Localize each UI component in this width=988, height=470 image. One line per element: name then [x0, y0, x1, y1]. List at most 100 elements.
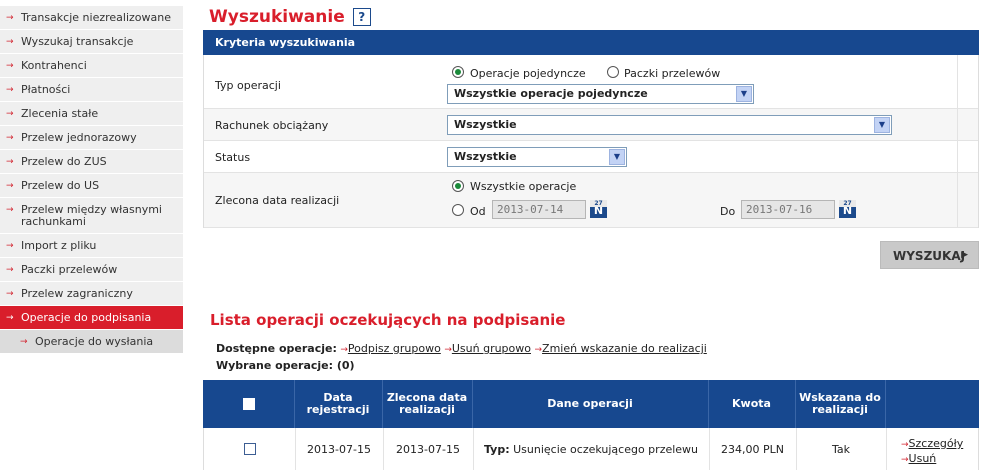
radio-wszystkie-operacje[interactable] — [452, 180, 464, 192]
sidebar-item-operacje-do-wyslania[interactable]: → Operacje do wysłania — [0, 330, 183, 354]
rachunek-select[interactable]: Wszystkie ▼ — [447, 115, 892, 135]
cell-data-rejestracji: 2013-07-15 — [307, 442, 371, 456]
row-select-cell — [204, 428, 295, 470]
select-all-checkbox[interactable] — [242, 398, 255, 410]
rachunek-select-value: Wszystkie — [454, 118, 517, 131]
col-data-rejestracji[interactable]: Data rejestracji — [294, 380, 382, 428]
radio-wszystkie-operacje-label: Wszystkie operacje — [470, 180, 577, 193]
sidebar-item-przelew-zus[interactable]: → Przelew do ZUS — [0, 150, 183, 174]
arrow-right-icon: → — [6, 241, 14, 251]
typ-operacji-select[interactable]: Wszystkie operacje pojedyncze ▼ — [447, 84, 754, 104]
arrow-right-icon: → — [6, 61, 14, 71]
col-zlecona-data[interactable]: Zlecona data realizacji — [382, 380, 472, 428]
sidebar-item-paczki-przelewow[interactable]: → Paczki przelewów — [0, 258, 183, 282]
triangle-right-icon: ▶ — [961, 250, 968, 260]
arrow-right-icon: → — [6, 313, 14, 323]
criteria-row-typ: Typ operacji Operacje pojedyncze Paczki … — [204, 55, 978, 109]
sidebar-item-label: Transakcje niezrealizowane — [21, 11, 171, 24]
arrow-right-icon: → — [6, 181, 14, 191]
divider — [473, 428, 474, 470]
radio-paczki-przelewow-label: Paczki przelewów — [624, 67, 721, 80]
divider — [886, 428, 887, 470]
criteria-row-rachunek: Rachunek obciążany Wszystkie ▼ — [204, 109, 978, 141]
date-to-input[interactable]: 2013-07-16 — [741, 200, 835, 219]
radio-operacje-pojedyncze[interactable] — [452, 66, 464, 78]
divider — [957, 173, 958, 227]
help-icon[interactable]: ? — [352, 8, 371, 26]
col-wskazana: Wskazana do realizacji — [799, 391, 881, 416]
arrow-right-icon: → — [534, 345, 543, 355]
radio-zakres-dat[interactable] — [452, 204, 464, 216]
sidebar-item-label: Przelew między własnymi rachunkami — [21, 203, 162, 228]
available-operations: Dostępne operacje: →Podpisz grupowo →Usu… — [216, 342, 707, 355]
delete-link[interactable]: Usuń — [909, 452, 937, 465]
arrow-right-icon: → — [6, 109, 14, 119]
details-link[interactable]: Szczegóły — [909, 437, 964, 450]
sidebar-item-label: Import z pliku — [21, 239, 97, 252]
sidebar-item-label: Przelew jednorazowy — [21, 131, 137, 144]
sidebar-item-przelew-wlasne[interactable]: → Przelew między własnymi rachunkami — [0, 198, 183, 234]
arrow-right-icon: → — [6, 85, 14, 95]
sidebar-item-label: Przelew zagraniczny — [21, 287, 133, 300]
calendar-icon[interactable]: N — [590, 200, 607, 218]
arrow-right-icon: → — [901, 440, 909, 450]
sign-group-link[interactable]: Podpisz grupowo — [348, 342, 441, 355]
divider — [709, 428, 710, 470]
page-title-text: Wyszukiwanie — [209, 7, 345, 27]
data-realizacji-label: Zlecona data realizacji — [215, 194, 340, 207]
col-kwota[interactable]: Kwota — [708, 380, 795, 428]
radio-paczki-przelewow[interactable] — [607, 66, 619, 78]
arrow-right-icon: → — [6, 289, 14, 299]
criteria-row-status: Status Wszystkie ▼ — [204, 141, 978, 173]
criteria-panel: Typ operacji Operacje pojedyncze Paczki … — [203, 55, 979, 228]
row-checkbox[interactable] — [243, 443, 256, 455]
sidebar-item-przelew-jednorazowy[interactable]: → Przelew jednorazowy — [0, 126, 183, 150]
sidebar-item-przelew-zagraniczny[interactable]: → Przelew zagraniczny — [0, 282, 183, 306]
sidebar-item-platnosci[interactable]: → Płatności — [0, 78, 183, 102]
change-indication-link[interactable]: Zmień wskazanie do realizacji — [542, 342, 707, 355]
sidebar-item-transakcje-niezrealizowane[interactable]: → Transakcje niezrealizowane — [0, 6, 183, 30]
available-operations-label: Dostępne operacje: — [216, 342, 337, 355]
arrow-right-icon: → — [444, 345, 452, 355]
date-from-input[interactable]: 2013-07-14 — [492, 200, 586, 219]
status-select[interactable]: Wszystkie ▼ — [447, 147, 627, 167]
sidebar-item-label: Przelew do ZUS — [21, 155, 107, 168]
divider — [383, 428, 384, 470]
divider — [472, 380, 473, 428]
table-row: 2013-07-15 2013-07-15 Typ: Usunięcie ocz… — [203, 428, 979, 470]
divider — [382, 380, 383, 428]
type-value: Usunięcie oczekującego przelewu — [513, 442, 699, 456]
cell-dane-operacji: Typ: Usunięcie oczekującego przelewu — [473, 428, 709, 470]
delete-group-link[interactable]: Usuń grupowo — [452, 342, 531, 355]
col-dane-operacji: Dane operacji — [547, 397, 633, 410]
cell-wskazana: Tak — [831, 442, 850, 456]
calendar-icon[interactable]: N — [839, 200, 856, 218]
sidebar-item-wyszukaj-transakcje[interactable]: → Wyszukaj transakcje — [0, 30, 183, 54]
sidebar-item-kontrahenci[interactable]: → Kontrahenci — [0, 54, 183, 78]
sidebar-item-label: Operacje do wysłania — [35, 335, 154, 348]
sidebar-item-operacje-do-podpisania[interactable]: → Operacje do podpisania — [0, 306, 183, 330]
sidebar-item-label: Zlecenia stałe — [21, 107, 99, 120]
arrow-right-icon: → — [20, 337, 28, 347]
sidebar-item-zlecenia-stale[interactable]: → Zlecenia stałe — [0, 102, 183, 126]
list-title: Lista operacji oczekujących na podpisani… — [210, 311, 566, 329]
divider — [796, 428, 797, 470]
sidebar-item-przelew-us[interactable]: → Przelew do US — [0, 174, 183, 198]
sidebar-item-label: Operacje do podpisania — [21, 311, 152, 324]
sidebar-item-import-z-pliku[interactable]: → Import z pliku — [0, 234, 183, 258]
sidebar-item-label: Wyszukaj transakcje — [21, 35, 134, 48]
sidebar-item-label: Przelew do US — [21, 179, 100, 192]
cell-zlecona-data: 2013-07-15 — [396, 442, 460, 456]
selected-count: Wybrane operacje: (0) — [216, 359, 355, 372]
main-content: Wyszukiwanie ? Kryteria wyszukiwania Typ… — [203, 0, 983, 470]
do-label: Do — [720, 205, 736, 218]
divider — [294, 380, 295, 428]
select-all-cell — [203, 380, 294, 428]
divider — [795, 380, 796, 428]
chevron-down-icon: ▼ — [736, 86, 752, 102]
search-button[interactable]: WYSZUKAJ ▶ — [880, 241, 979, 269]
arrow-right-icon: → — [6, 37, 14, 47]
criteria-row-data: Zlecona data realizacji Wszystkie operac… — [204, 173, 978, 228]
criteria-panel-title: Kryteria wyszukiwania — [203, 30, 979, 55]
radio-operacje-pojedyncze-label: Operacje pojedyncze — [470, 67, 586, 80]
